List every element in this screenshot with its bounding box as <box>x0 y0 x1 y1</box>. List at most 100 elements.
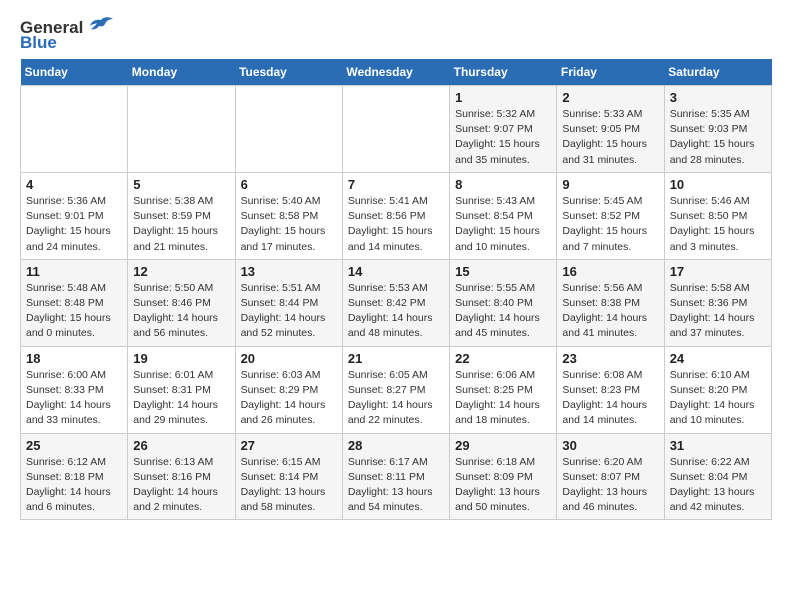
calendar-cell: 10 Sunrise: 5:46 AM Sunset: 8:50 PM Dayli… <box>664 172 771 259</box>
calendar-cell: 14 Sunrise: 5:53 AM Sunset: 8:42 PM Dayli… <box>342 259 449 346</box>
day-number: 9 <box>562 177 658 192</box>
cell-info: Sunrise: 6:13 AM Sunset: 8:16 PM Dayligh… <box>133 455 229 516</box>
day-number: 3 <box>670 90 766 105</box>
cell-info: Sunrise: 5:45 AM Sunset: 8:52 PM Dayligh… <box>562 194 658 255</box>
cell-info: Sunrise: 6:00 AM Sunset: 8:33 PM Dayligh… <box>26 368 122 429</box>
calendar-cell: 11 Sunrise: 5:48 AM Sunset: 8:48 PM Dayli… <box>21 259 128 346</box>
day-number: 15 <box>455 264 551 279</box>
cell-info: Sunrise: 6:01 AM Sunset: 8:31 PM Dayligh… <box>133 368 229 429</box>
calendar-cell: 29 Sunrise: 6:18 AM Sunset: 8:09 PM Dayli… <box>450 433 557 520</box>
day-number: 5 <box>133 177 229 192</box>
cell-info: Sunrise: 6:12 AM Sunset: 8:18 PM Dayligh… <box>26 455 122 516</box>
cell-info: Sunrise: 5:53 AM Sunset: 8:42 PM Dayligh… <box>348 281 444 342</box>
calendar-cell: 16 Sunrise: 5:56 AM Sunset: 8:38 PM Dayli… <box>557 259 664 346</box>
calendar-cell <box>235 86 342 173</box>
day-number: 1 <box>455 90 551 105</box>
calendar-cell: 12 Sunrise: 5:50 AM Sunset: 8:46 PM Dayli… <box>128 259 235 346</box>
calendar-table: SundayMondayTuesdayWednesdayThursdayFrid… <box>20 59 772 520</box>
calendar-cell: 7 Sunrise: 5:41 AM Sunset: 8:56 PM Daylig… <box>342 172 449 259</box>
cell-info: Sunrise: 6:18 AM Sunset: 8:09 PM Dayligh… <box>455 455 551 516</box>
weekday-header-monday: Monday <box>128 59 235 86</box>
day-number: 11 <box>26 264 122 279</box>
day-number: 18 <box>26 351 122 366</box>
calendar-cell: 22 Sunrise: 6:06 AM Sunset: 8:25 PM Dayli… <box>450 346 557 433</box>
logo-blue-text: Blue <box>20 34 57 51</box>
weekday-header-sunday: Sunday <box>21 59 128 86</box>
logo-bird-icon <box>87 16 115 38</box>
cell-info: Sunrise: 6:06 AM Sunset: 8:25 PM Dayligh… <box>455 368 551 429</box>
calendar-cell <box>342 86 449 173</box>
cell-info: Sunrise: 6:22 AM Sunset: 8:04 PM Dayligh… <box>670 455 766 516</box>
weekday-header-row: SundayMondayTuesdayWednesdayThursdayFrid… <box>21 59 772 86</box>
calendar-cell: 23 Sunrise: 6:08 AM Sunset: 8:23 PM Dayli… <box>557 346 664 433</box>
cell-info: Sunrise: 6:17 AM Sunset: 8:11 PM Dayligh… <box>348 455 444 516</box>
day-number: 28 <box>348 438 444 453</box>
day-number: 22 <box>455 351 551 366</box>
calendar-cell: 30 Sunrise: 6:20 AM Sunset: 8:07 PM Dayli… <box>557 433 664 520</box>
calendar-cell: 3 Sunrise: 5:35 AM Sunset: 9:03 PM Daylig… <box>664 86 771 173</box>
day-number: 6 <box>241 177 337 192</box>
weekday-header-tuesday: Tuesday <box>235 59 342 86</box>
cell-info: Sunrise: 6:03 AM Sunset: 8:29 PM Dayligh… <box>241 368 337 429</box>
day-number: 4 <box>26 177 122 192</box>
calendar-cell: 18 Sunrise: 6:00 AM Sunset: 8:33 PM Dayli… <box>21 346 128 433</box>
day-number: 14 <box>348 264 444 279</box>
day-number: 16 <box>562 264 658 279</box>
day-number: 23 <box>562 351 658 366</box>
day-number: 20 <box>241 351 337 366</box>
weekday-header-wednesday: Wednesday <box>342 59 449 86</box>
cell-info: Sunrise: 5:38 AM Sunset: 8:59 PM Dayligh… <box>133 194 229 255</box>
cell-info: Sunrise: 5:35 AM Sunset: 9:03 PM Dayligh… <box>670 107 766 168</box>
day-number: 17 <box>670 264 766 279</box>
day-number: 12 <box>133 264 229 279</box>
cell-info: Sunrise: 5:36 AM Sunset: 9:01 PM Dayligh… <box>26 194 122 255</box>
cell-info: Sunrise: 6:05 AM Sunset: 8:27 PM Dayligh… <box>348 368 444 429</box>
cell-info: Sunrise: 5:40 AM Sunset: 8:58 PM Dayligh… <box>241 194 337 255</box>
day-number: 26 <box>133 438 229 453</box>
calendar-week-row: 1Sunrise: 5:32 AM Sunset: 9:07 PM Daylig… <box>21 86 772 173</box>
day-number: 19 <box>133 351 229 366</box>
calendar-cell: 15 Sunrise: 5:55 AM Sunset: 8:40 PM Dayli… <box>450 259 557 346</box>
cell-info: Sunrise: 5:58 AM Sunset: 8:36 PM Dayligh… <box>670 281 766 342</box>
calendar-cell: 24Sunrise: 6:10 AM Sunset: 8:20 PM Dayli… <box>664 346 771 433</box>
calendar-cell: 6 Sunrise: 5:40 AM Sunset: 8:58 PM Daylig… <box>235 172 342 259</box>
calendar-cell: 25 Sunrise: 6:12 AM Sunset: 8:18 PM Dayli… <box>21 433 128 520</box>
calendar-cell: 26 Sunrise: 6:13 AM Sunset: 8:16 PM Dayli… <box>128 433 235 520</box>
cell-info: Sunrise: 5:55 AM Sunset: 8:40 PM Dayligh… <box>455 281 551 342</box>
day-number: 21 <box>348 351 444 366</box>
calendar-cell: 4 Sunrise: 5:36 AM Sunset: 9:01 PM Daylig… <box>21 172 128 259</box>
day-number: 7 <box>348 177 444 192</box>
cell-info: Sunrise: 6:08 AM Sunset: 8:23 PM Dayligh… <box>562 368 658 429</box>
day-number: 29 <box>455 438 551 453</box>
calendar-cell: 21 Sunrise: 6:05 AM Sunset: 8:27 PM Dayli… <box>342 346 449 433</box>
cell-info: Sunrise: 6:20 AM Sunset: 8:07 PM Dayligh… <box>562 455 658 516</box>
cell-info: Sunrise: 5:48 AM Sunset: 8:48 PM Dayligh… <box>26 281 122 342</box>
cell-info: Sunrise: 5:51 AM Sunset: 8:44 PM Dayligh… <box>241 281 337 342</box>
day-number: 31 <box>670 438 766 453</box>
day-number: 10 <box>670 177 766 192</box>
cell-info: Sunrise: 5:33 AM Sunset: 9:05 PM Dayligh… <box>562 107 658 168</box>
calendar-cell: 5 Sunrise: 5:38 AM Sunset: 8:59 PM Daylig… <box>128 172 235 259</box>
cell-info: Sunrise: 6:10 AM Sunset: 8:20 PM Dayligh… <box>670 368 766 429</box>
calendar-cell: 1Sunrise: 5:32 AM Sunset: 9:07 PM Daylig… <box>450 86 557 173</box>
calendar-cell <box>128 86 235 173</box>
weekday-header-thursday: Thursday <box>450 59 557 86</box>
day-number: 27 <box>241 438 337 453</box>
calendar-week-row: 4 Sunrise: 5:36 AM Sunset: 9:01 PM Daylig… <box>21 172 772 259</box>
cell-info: Sunrise: 5:46 AM Sunset: 8:50 PM Dayligh… <box>670 194 766 255</box>
calendar-cell: 9 Sunrise: 5:45 AM Sunset: 8:52 PM Daylig… <box>557 172 664 259</box>
day-number: 25 <box>26 438 122 453</box>
calendar-week-row: 11 Sunrise: 5:48 AM Sunset: 8:48 PM Dayli… <box>21 259 772 346</box>
cell-info: Sunrise: 5:50 AM Sunset: 8:46 PM Dayligh… <box>133 281 229 342</box>
calendar-cell: 20 Sunrise: 6:03 AM Sunset: 8:29 PM Dayli… <box>235 346 342 433</box>
cell-info: Sunrise: 5:56 AM Sunset: 8:38 PM Dayligh… <box>562 281 658 342</box>
logo: General Blue <box>20 16 115 51</box>
cell-info: Sunrise: 5:41 AM Sunset: 8:56 PM Dayligh… <box>348 194 444 255</box>
day-number: 30 <box>562 438 658 453</box>
calendar-cell: 28 Sunrise: 6:17 AM Sunset: 8:11 PM Dayli… <box>342 433 449 520</box>
day-number: 13 <box>241 264 337 279</box>
calendar-cell: 2Sunrise: 5:33 AM Sunset: 9:05 PM Daylig… <box>557 86 664 173</box>
weekday-header-saturday: Saturday <box>664 59 771 86</box>
calendar-cell: 31 Sunrise: 6:22 AM Sunset: 8:04 PM Dayli… <box>664 433 771 520</box>
calendar-cell: 27Sunrise: 6:15 AM Sunset: 8:14 PM Dayli… <box>235 433 342 520</box>
